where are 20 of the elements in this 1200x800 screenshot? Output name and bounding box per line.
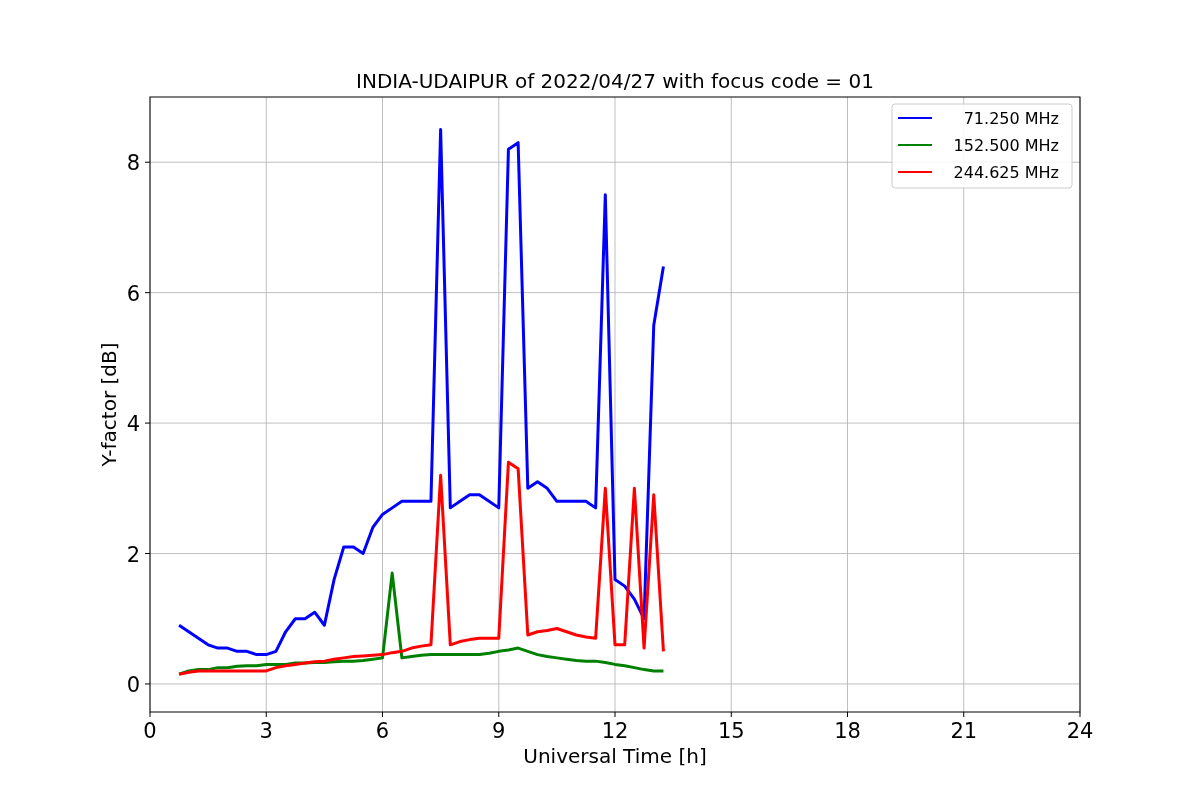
- x-tick-label: 6: [375, 719, 390, 743]
- y-tick-label: 4: [126, 412, 140, 437]
- x-tick-label: 3: [259, 719, 273, 743]
- y-tick-label: 2: [126, 542, 140, 567]
- y-tick-label: 0: [126, 672, 140, 697]
- x-tick-label: 15: [717, 719, 745, 743]
- x-axis-label: Universal Time [h]: [523, 744, 707, 768]
- y-axis-label: Y-factor [dB]: [97, 342, 121, 467]
- x-tick-label: 24: [1066, 719, 1094, 743]
- x-tick-label: 9: [492, 719, 506, 743]
- x-tick-label: 12: [601, 719, 629, 743]
- x-tick-label: 21: [950, 719, 978, 743]
- legend-label: 244.625 MHz: [953, 163, 1059, 182]
- chart-title: INDIA-UDAIPUR of 2022/04/27 with focus code = 01: [356, 69, 874, 93]
- x-tick-label: 0: [143, 719, 157, 743]
- x-tick-label: 18: [834, 719, 861, 743]
- y-tick-label: 8: [126, 151, 140, 176]
- y-tick-label: 6: [126, 281, 140, 306]
- legend-label: 71.250 MHz: [963, 109, 1059, 128]
- legend-label: 152.500 MHz: [953, 136, 1059, 155]
